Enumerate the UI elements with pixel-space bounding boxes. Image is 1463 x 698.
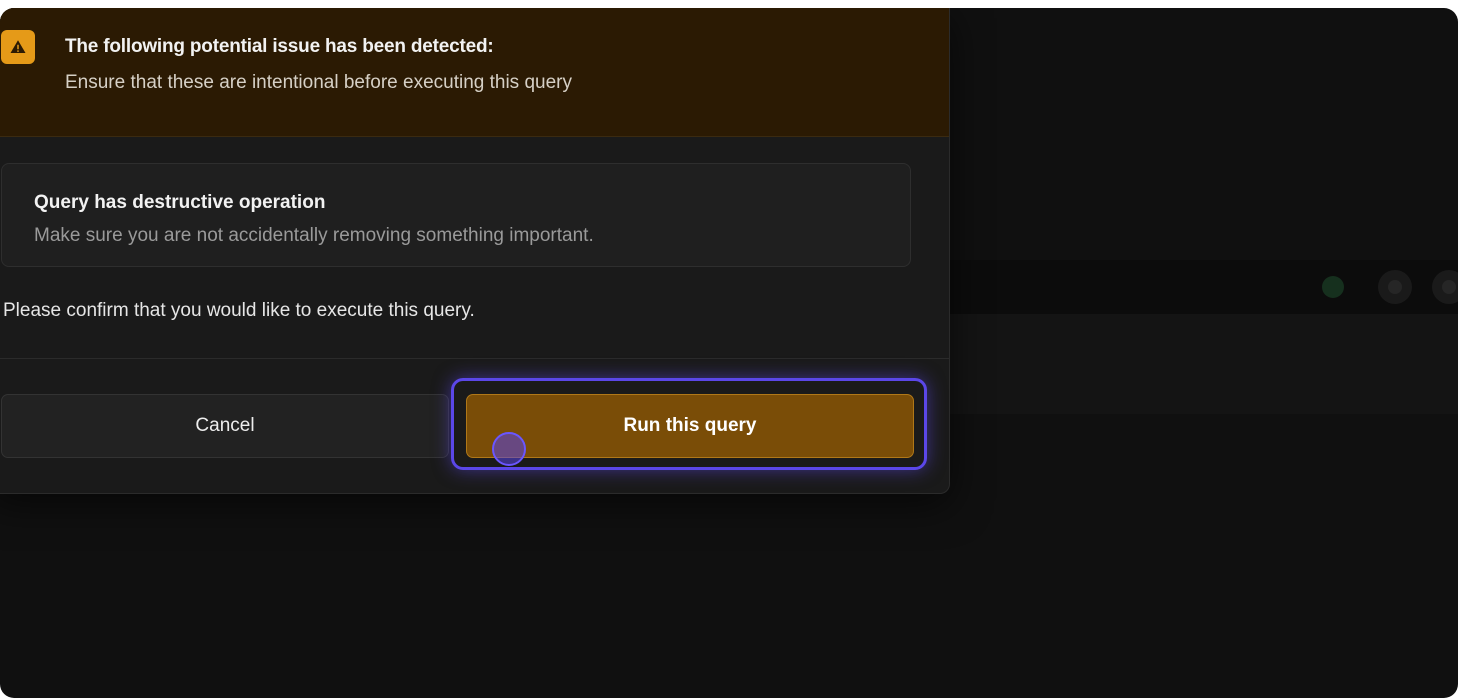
cancel-button[interactable]: Cancel xyxy=(1,394,449,458)
alert-title: The following potential issue has been d… xyxy=(65,36,494,57)
pointer-cursor xyxy=(492,432,526,466)
app-frame: The following potential issue has been d… xyxy=(0,8,1458,698)
issue-card: Query has destructive operation Make sur… xyxy=(1,163,911,267)
toolbar-button-icon xyxy=(1432,270,1458,304)
toolbar-button-icon xyxy=(1378,270,1412,304)
issue-title: Query has destructive operation xyxy=(34,192,326,213)
warning-triangle-icon xyxy=(1,30,35,64)
confirm-message: Please confirm that you would like to ex… xyxy=(3,300,475,321)
confirm-query-dialog: The following potential issue has been d… xyxy=(0,8,950,494)
issue-description: Make sure you are not accidentally remov… xyxy=(34,225,594,246)
status-dot-icon xyxy=(1322,276,1344,298)
warning-alert: The following potential issue has been d… xyxy=(0,8,949,137)
alert-subtitle: Ensure that these are intentional before… xyxy=(65,72,572,93)
run-query-button[interactable]: Run this query xyxy=(466,394,914,458)
divider xyxy=(0,358,949,359)
